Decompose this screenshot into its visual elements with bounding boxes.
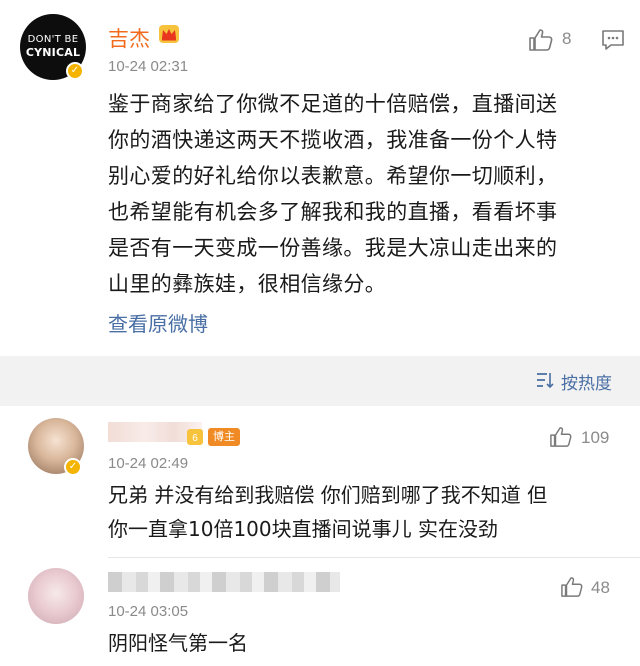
- comment-like-count: 48: [591, 578, 610, 597]
- comment-divider: [108, 557, 640, 558]
- svg-text:6: 6: [192, 433, 198, 444]
- comment-avatar[interactable]: ✓: [28, 418, 84, 476]
- author-name[interactable]: 吉杰: [108, 23, 150, 53]
- sort-by-hot-button[interactable]: 按热度: [561, 369, 612, 394]
- avatar-logo-line1: DON'T BE: [27, 34, 79, 45]
- comment-time: 10-24 02:49: [108, 455, 189, 472]
- post-time: 10-24 02:31: [108, 58, 189, 75]
- verified-badge-icon: ✓: [66, 62, 84, 80]
- redacted-username: [108, 572, 340, 592]
- thumbs-up-icon[interactable]: [560, 576, 584, 598]
- comment-text: 兄弟 并没有给到我赔偿 你们赔到哪了我不知道 但 你一直拿10倍100块直播间说…: [108, 483, 548, 541]
- post-body: 鉴于商家给了你微不足道的十倍赔偿，直播间送 你的酒快递这两天不揽收酒，我准备一份…: [108, 92, 558, 296]
- thumbs-up-icon[interactable]: [528, 28, 554, 52]
- verified-badge-icon: ✓: [64, 458, 82, 476]
- member-level-icon: 6: [187, 429, 203, 445]
- avatar-logo-line2: CYNICAL: [25, 46, 81, 59]
- post-like-count: 8: [562, 29, 572, 48]
- weibo-post: DON'T BE CYNICAL ✓ 吉杰 10-24 02:31 8 鉴于商家…: [0, 0, 640, 356]
- crown-icon: [159, 25, 179, 43]
- comment-text: 阴阳怪气第一名: [108, 631, 248, 655]
- comment-avatar[interactable]: [28, 568, 84, 624]
- blogger-badge: 博主: [208, 428, 240, 446]
- sort-icon[interactable]: [536, 372, 554, 388]
- comment-like-count: 109: [581, 428, 610, 447]
- comment-icon[interactable]: [601, 29, 625, 51]
- view-original-link[interactable]: 查看原微博: [108, 308, 208, 337]
- author-avatar[interactable]: DON'T BE CYNICAL ✓: [20, 14, 86, 80]
- comment-time: 10-24 03:05: [108, 603, 189, 620]
- thumbs-up-icon[interactable]: [549, 426, 573, 448]
